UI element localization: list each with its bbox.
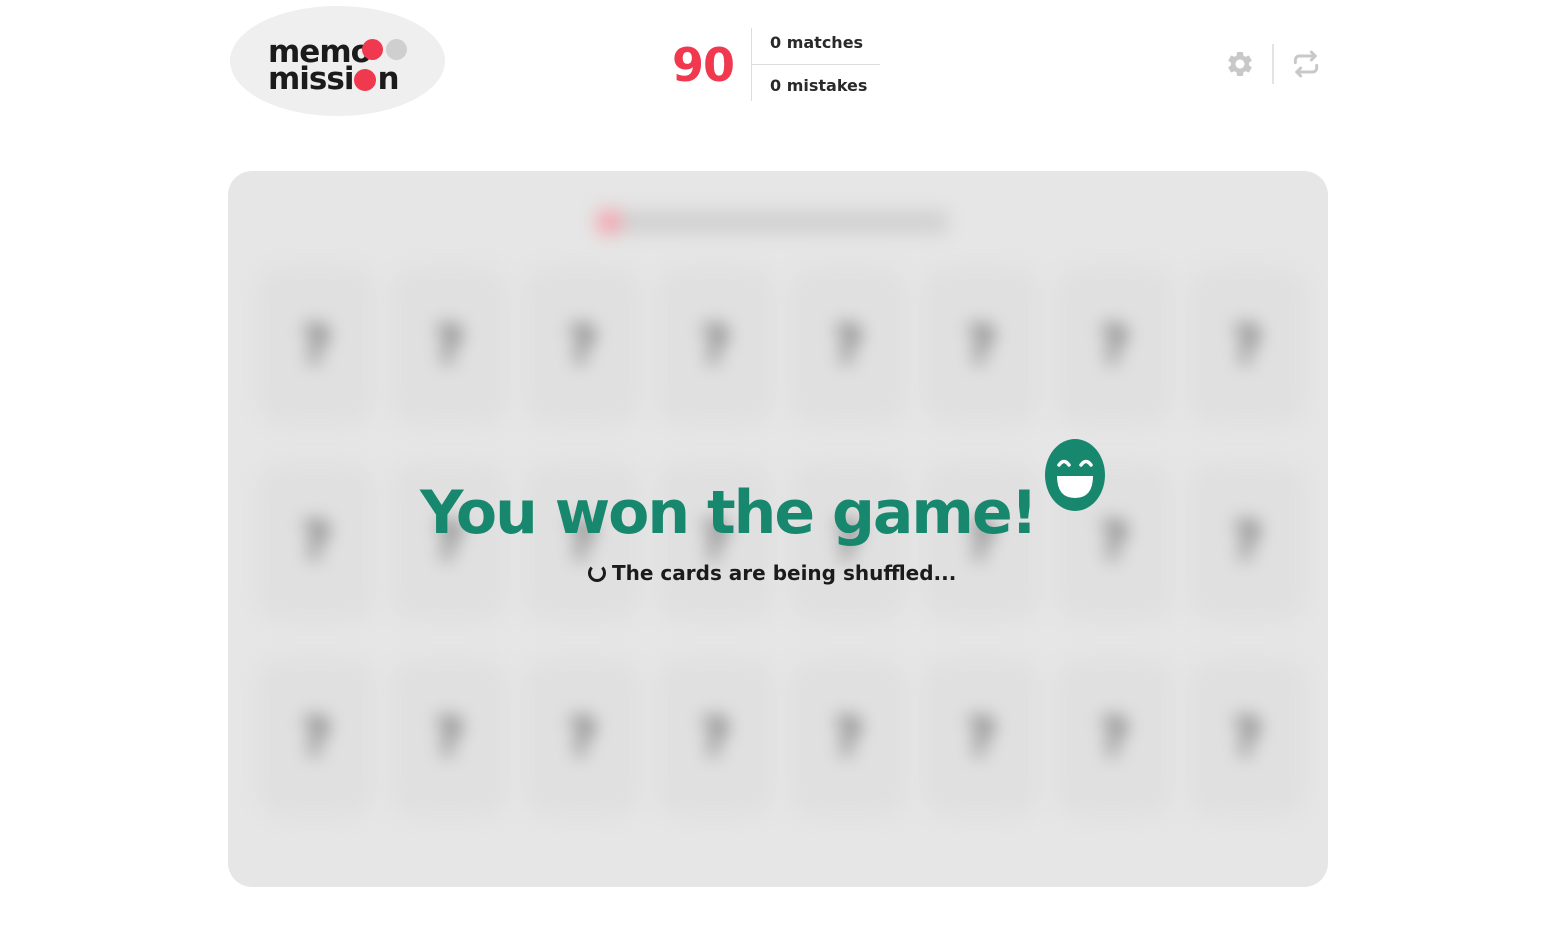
- stats-divider-horizontal: [752, 64, 880, 65]
- win-overlay: You won the game! The cards are being sh…: [228, 171, 1328, 887]
- settings-button[interactable]: [1220, 44, 1260, 84]
- game-board: ???????????????????????? You won the gam…: [228, 171, 1328, 887]
- logo-dot-red: [362, 39, 383, 60]
- mistakes-count: 0 mistakes: [770, 76, 868, 95]
- grinning-face-icon: [1045, 439, 1105, 511]
- memo-mission-logo[interactable]: memo missi n: [230, 6, 445, 116]
- score-value: 90: [672, 38, 735, 92]
- shuffle-status: The cards are being shuffled...: [588, 561, 956, 585]
- shuffle-status-text: The cards are being shuffled...: [612, 561, 957, 585]
- shuffle-icon: [1293, 50, 1319, 78]
- shuffle-button[interactable]: [1286, 44, 1326, 84]
- gear-icon: [1228, 51, 1252, 76]
- logo-o-dot: [354, 69, 377, 91]
- logo-dot-gray: [386, 39, 407, 60]
- toolbar-divider: [1272, 44, 1274, 84]
- logo-line-2: missi n: [268, 61, 400, 97]
- top-bar: memo missi n 90 0 matches 0 mistakes: [0, 0, 1555, 140]
- loading-spinner-icon: [588, 564, 606, 582]
- matches-count: 0 matches: [770, 33, 864, 52]
